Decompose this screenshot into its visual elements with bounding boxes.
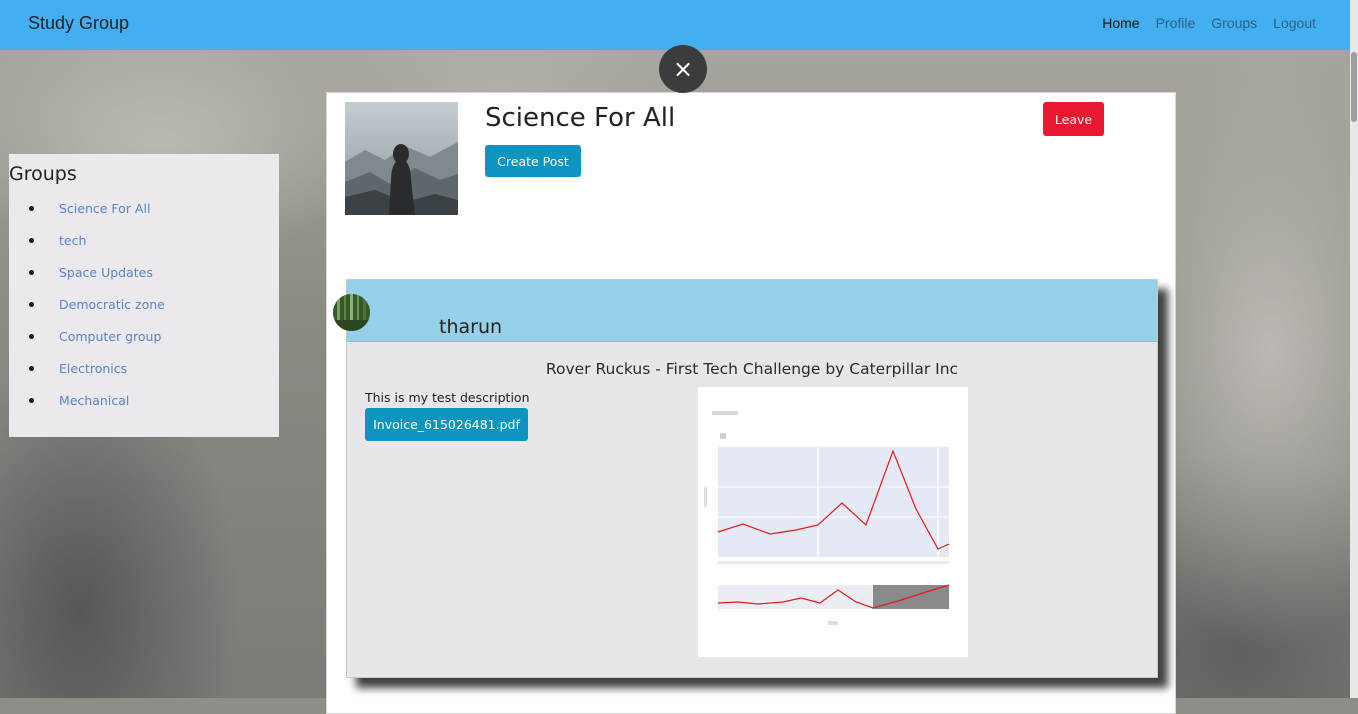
post-description: This is my test description: [365, 390, 530, 405]
list-item: Science For All: [9, 198, 269, 230]
group-link-computer-group[interactable]: Computer group: [59, 329, 161, 344]
group-title: Science For All: [485, 103, 676, 133]
group-link-science-for-all[interactable]: Science For All: [59, 201, 150, 216]
post-author[interactable]: tharun: [439, 316, 502, 338]
nav-links: Home Profile Groups Logout: [1102, 15, 1316, 31]
group-link-electronics[interactable]: Electronics: [59, 361, 127, 376]
groups-sidebar: Groups Science For All tech Space Update…: [9, 154, 279, 437]
bullet-icon: [29, 366, 34, 371]
nav-groups-link[interactable]: Groups: [1211, 15, 1257, 31]
bullet-icon: [29, 206, 34, 211]
group-modal: Science For All Create Post Leave tharun…: [326, 92, 1176, 714]
list-item: Electronics: [9, 358, 269, 390]
group-link-space-updates[interactable]: Space Updates: [59, 265, 153, 280]
list-item: Mechanical: [9, 390, 269, 422]
group-link-democratic-zone[interactable]: Democratic zone: [59, 297, 165, 312]
page-scrollbar[interactable]: [1350, 0, 1358, 698]
group-link-tech[interactable]: tech: [59, 233, 86, 248]
attachment-button[interactable]: Invoice_615026481.pdf: [365, 408, 528, 441]
post-card: tharun Rover Ruckus - First Tech Challen…: [333, 279, 1158, 678]
list-item: Computer group: [9, 326, 269, 358]
groups-list: Science For All tech Space Updates Democ…: [9, 198, 269, 422]
list-item: Democratic zone: [9, 294, 269, 326]
close-icon: ×: [672, 55, 694, 83]
group-link-mechanical[interactable]: Mechanical: [59, 393, 129, 408]
bullet-icon: [29, 270, 34, 275]
post-title: Rover Ruckus - First Tech Challenge by C…: [545, 360, 959, 378]
scrollbar-thumb[interactable]: [1351, 52, 1357, 122]
list-item: tech: [9, 230, 269, 262]
post-image[interactable]: [698, 387, 968, 657]
group-image: [345, 102, 458, 215]
navbar: Study Group Home Profile Groups Logout: [0, 0, 1350, 50]
leave-button[interactable]: Leave: [1043, 102, 1104, 136]
nav-home-link[interactable]: Home: [1102, 15, 1139, 31]
post-header: tharun: [333, 280, 1157, 342]
create-post-button[interactable]: Create Post: [485, 145, 581, 177]
close-modal-button[interactable]: ×: [659, 45, 707, 93]
bullet-icon: [29, 334, 34, 339]
list-item: Space Updates: [9, 262, 269, 294]
sidebar-title: Groups: [9, 163, 77, 185]
bullet-icon: [29, 302, 34, 307]
post-image-chart-graphic: [704, 411, 950, 625]
bullet-icon: [29, 238, 34, 243]
brand[interactable]: Study Group: [28, 13, 129, 34]
bullet-icon: [29, 398, 34, 403]
nav-profile-link[interactable]: Profile: [1156, 15, 1196, 31]
nav-logout-link[interactable]: Logout: [1273, 15, 1316, 31]
avatar[interactable]: [333, 294, 370, 331]
